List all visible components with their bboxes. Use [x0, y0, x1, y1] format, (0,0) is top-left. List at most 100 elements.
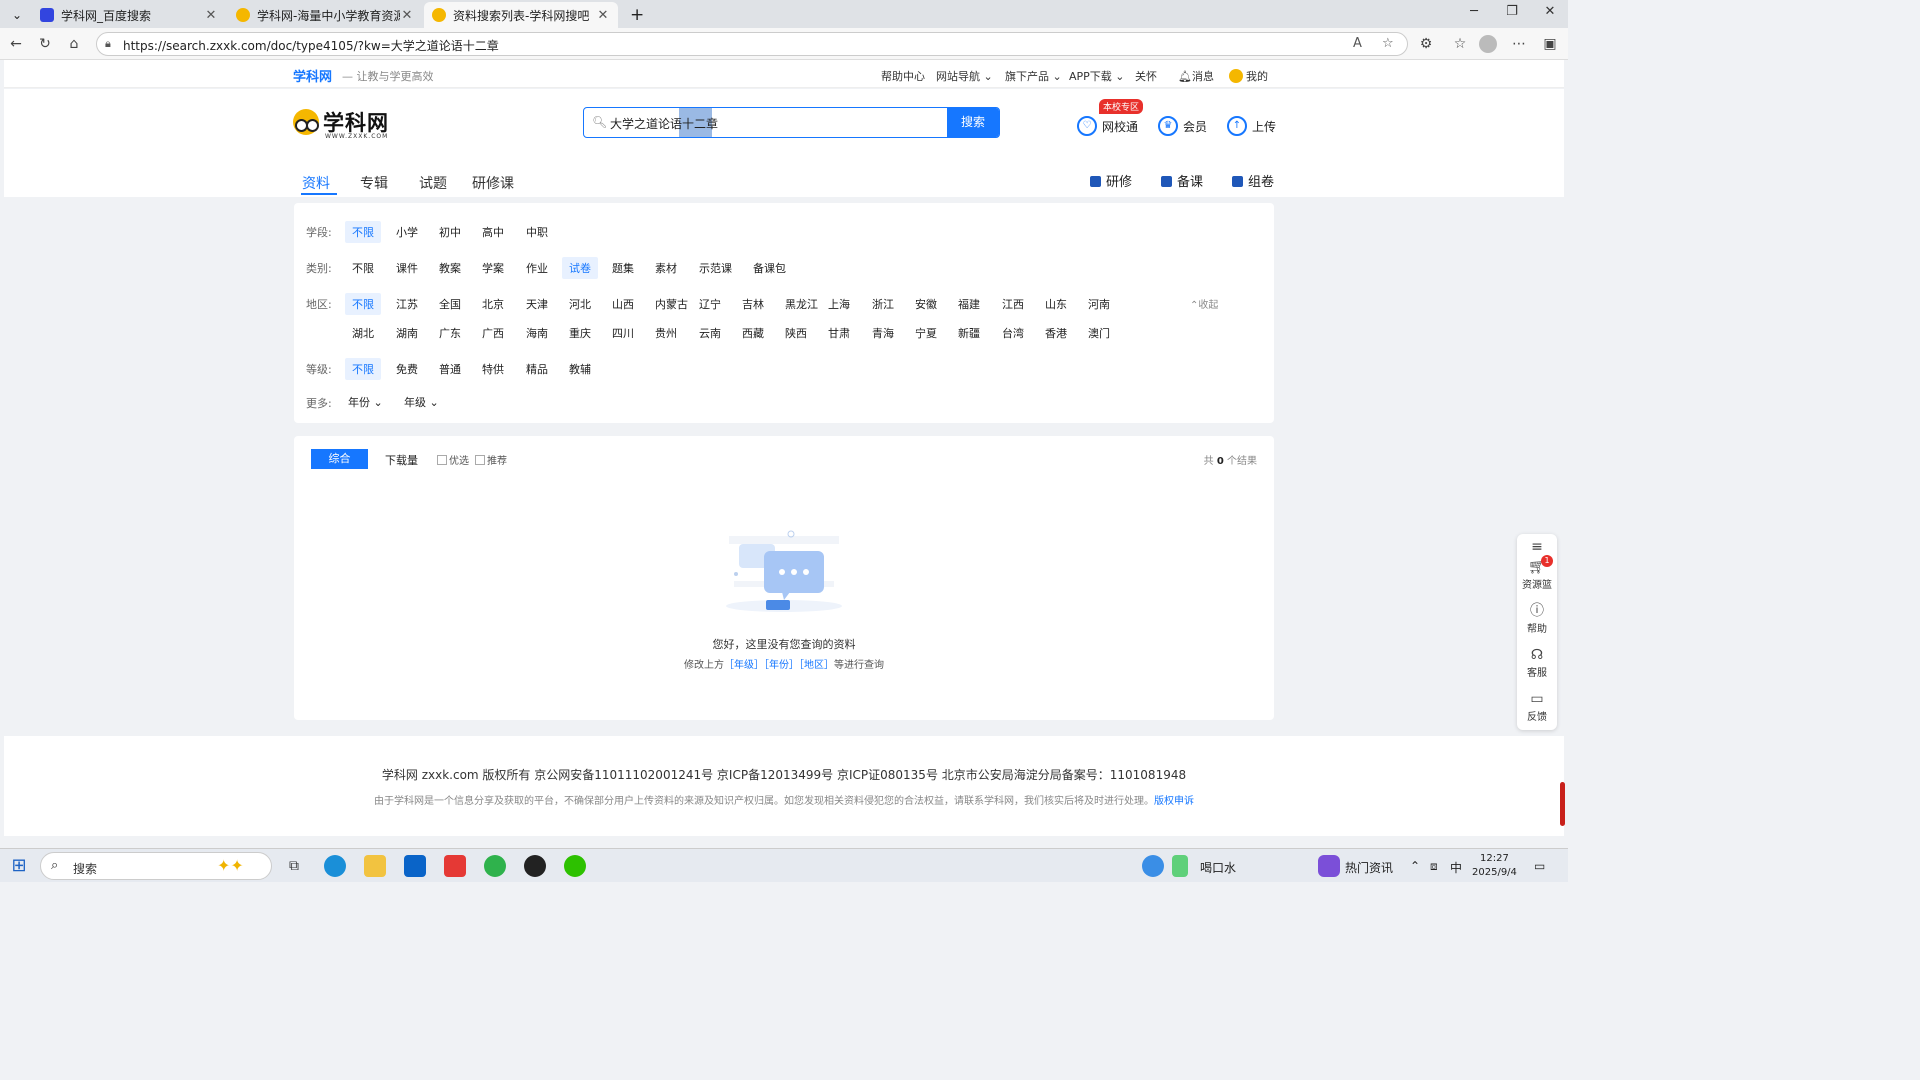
- qq-penguin-icon[interactable]: [524, 855, 546, 877]
- help-button[interactable]: ⓘ 帮助: [1517, 602, 1557, 635]
- category-option-0[interactable]: 不限: [345, 257, 381, 279]
- home-icon[interactable]: ⌂: [64, 34, 84, 54]
- region-option-r2-13[interactable]: 宁夏: [908, 322, 944, 344]
- site-brand[interactable]: 学科网: [293, 66, 332, 85]
- region-option-r2-6[interactable]: 四川: [605, 322, 641, 344]
- profile-avatar[interactable]: [1479, 35, 1497, 53]
- hot-news-widget[interactable]: 热门资讯: [1345, 859, 1393, 876]
- school-network-button[interactable]: ♡ 网校通: [1077, 116, 1138, 136]
- region-option-4[interactable]: 天津: [519, 293, 555, 315]
- sort-comprehensive-button[interactable]: 综合: [311, 449, 368, 469]
- browser-tab-search-list[interactable]: 资料搜索列表-学科网搜吧 ✕: [424, 2, 618, 28]
- featured-checkbox[interactable]: 优选: [437, 452, 469, 467]
- region-option-11[interactable]: 上海: [821, 293, 857, 315]
- care-mode-link[interactable]: 关怀: [1135, 68, 1157, 84]
- wps-office-icon[interactable]: [444, 855, 466, 877]
- membership-button[interactable]: ♛ 会员: [1158, 116, 1207, 136]
- tab-albums[interactable]: 专辑: [360, 173, 388, 193]
- hint-link-year[interactable]: ［年份］: [764, 660, 799, 671]
- region-option-5[interactable]: 河北: [562, 293, 598, 315]
- windows-start-icon[interactable]: ⊞: [8, 855, 30, 877]
- level-option-2[interactable]: 普通: [432, 358, 468, 380]
- level-option-3[interactable]: 特供: [475, 358, 511, 380]
- sidebar-toggle-icon[interactable]: ▣: [1540, 34, 1560, 54]
- region-option-0[interactable]: 不限: [345, 293, 381, 315]
- region-option-r2-15[interactable]: 台湾: [995, 322, 1031, 344]
- region-option-r2-5[interactable]: 重庆: [562, 322, 598, 344]
- region-option-r2-8[interactable]: 云南: [692, 322, 728, 344]
- level-option-0[interactable]: 不限: [345, 358, 381, 380]
- minimize-button[interactable]: ─: [1454, 4, 1494, 24]
- sidebar-menu-icon[interactable]: ≡: [1517, 538, 1557, 556]
- region-option-17[interactable]: 河南: [1081, 293, 1117, 315]
- region-option-r2-0[interactable]: 湖北: [345, 322, 381, 344]
- region-option-8[interactable]: 辽宁: [692, 293, 728, 315]
- region-option-16[interactable]: 山东: [1038, 293, 1074, 315]
- address-bar[interactable]: 🔒︎ https://search.zxxk.com/doc/type4105/…: [96, 32, 1408, 56]
- region-option-9[interactable]: 吉林: [735, 293, 771, 315]
- input-method-indicator[interactable]: 中: [1450, 859, 1462, 876]
- region-option-r2-10[interactable]: 陕西: [778, 322, 814, 344]
- products-link[interactable]: 旗下产品 ⌄: [1005, 68, 1062, 84]
- browser-tab-baidu[interactable]: 学科网_百度搜索 ✕: [32, 2, 226, 28]
- region-option-14[interactable]: 福建: [951, 293, 987, 315]
- region-option-r2-17[interactable]: 澳门: [1081, 322, 1117, 344]
- level-option-5[interactable]: 教辅: [562, 358, 598, 380]
- water-cup-icon[interactable]: [1172, 855, 1188, 877]
- category-option-9[interactable]: 备课包: [746, 257, 793, 279]
- category-option-2[interactable]: 教案: [432, 257, 468, 279]
- region-option-r2-1[interactable]: 湖南: [389, 322, 425, 344]
- recommended-checkbox[interactable]: 推荐: [475, 452, 507, 467]
- wechat-icon[interactable]: [564, 855, 586, 877]
- extensions-icon[interactable]: ⚙: [1416, 34, 1436, 54]
- category-option-6[interactable]: 题集: [605, 257, 641, 279]
- browser-tab-zxxk-home[interactable]: 学科网-海量中小学教育资源共享 ✕: [228, 2, 422, 28]
- region-option-1[interactable]: 江苏: [389, 293, 425, 315]
- region-option-r2-16[interactable]: 香港: [1038, 322, 1074, 344]
- close-icon[interactable]: ✕: [596, 8, 610, 23]
- stage-option-3[interactable]: 高中: [475, 221, 511, 243]
- region-option-2[interactable]: 全国: [432, 293, 468, 315]
- region-option-10[interactable]: 黑龙江: [778, 293, 825, 315]
- region-option-r2-2[interactable]: 广东: [432, 322, 468, 344]
- help-tray-icon[interactable]: [1142, 855, 1164, 877]
- region-option-6[interactable]: 山西: [605, 293, 641, 315]
- scrollbar-thumb[interactable]: [1560, 782, 1565, 826]
- app-download-link[interactable]: APP下载 ⌄: [1069, 68, 1125, 84]
- customer-service-button[interactable]: ☊ 客服: [1517, 646, 1557, 679]
- tab-questions[interactable]: 试题: [419, 173, 447, 193]
- restore-button[interactable]: ❐: [1492, 4, 1532, 24]
- tray-overflow-icon[interactable]: ⌃: [1410, 859, 1420, 873]
- region-option-r2-7[interactable]: 贵州: [648, 322, 684, 344]
- copyright-complaint-link[interactable]: 版权申诉: [1154, 796, 1194, 807]
- compose-paper-link[interactable]: 组卷: [1232, 171, 1274, 190]
- hint-link-grade[interactable]: ［年级］: [724, 660, 764, 671]
- outlook-icon[interactable]: [404, 855, 426, 877]
- stage-option-2[interactable]: 初中: [432, 221, 468, 243]
- back-arrow-icon[interactable]: ←: [6, 34, 26, 54]
- region-option-3[interactable]: 北京: [475, 293, 511, 315]
- tab-list-button[interactable]: ⌄: [4, 2, 28, 28]
- category-option-4[interactable]: 作业: [519, 257, 555, 279]
- favorites-icon[interactable]: ☆: [1450, 34, 1470, 54]
- site-logo[interactable]: 学科网 WWW.ZXXK.COM: [293, 107, 389, 140]
- display-icon[interactable]: ⧈: [1430, 859, 1438, 874]
- url-text[interactable]: https://search.zxxk.com/doc/type4105/?kw…: [123, 37, 499, 54]
- new-tab-button[interactable]: +: [622, 2, 646, 28]
- collapse-toggle[interactable]: ⌃收起: [1190, 296, 1218, 311]
- edge-browser-icon[interactable]: [324, 855, 346, 877]
- region-option-r2-14[interactable]: 新疆: [951, 322, 987, 344]
- my-account-link[interactable]: 我的: [1229, 68, 1268, 84]
- help-center-link[interactable]: 帮助中心: [881, 68, 925, 84]
- region-option-r2-11[interactable]: 甘肃: [821, 322, 857, 344]
- region-option-r2-3[interactable]: 广西: [475, 322, 511, 344]
- grade-dropdown[interactable]: 年级 ⌄: [404, 394, 439, 410]
- taskbar-search[interactable]: ⌕ 搜索 ✦✦: [40, 852, 272, 880]
- year-dropdown[interactable]: 年份 ⌄: [348, 394, 383, 410]
- region-option-13[interactable]: 安徽: [908, 293, 944, 315]
- stage-option-4[interactable]: 中职: [519, 221, 555, 243]
- region-option-15[interactable]: 江西: [995, 293, 1031, 315]
- region-option-r2-9[interactable]: 西藏: [735, 322, 771, 344]
- stage-option-0[interactable]: 不限: [345, 221, 381, 243]
- category-option-7[interactable]: 素材: [648, 257, 684, 279]
